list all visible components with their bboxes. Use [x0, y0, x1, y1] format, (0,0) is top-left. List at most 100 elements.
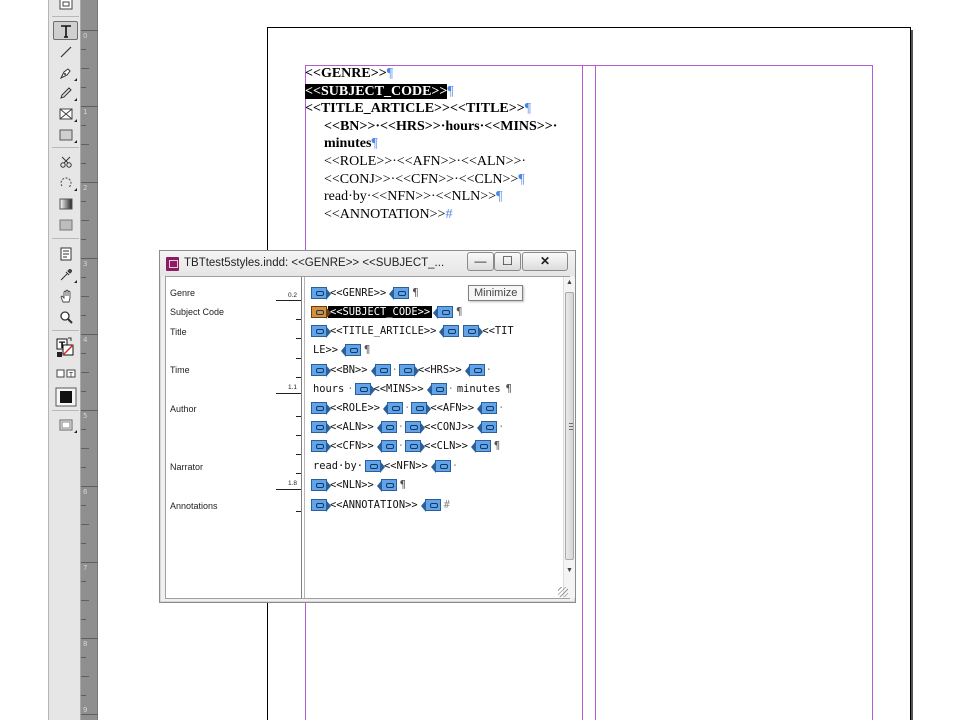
tag-open-icon[interactable] — [311, 325, 331, 338]
tag-open-icon[interactable] — [405, 421, 426, 434]
story-editor-body[interactable]: Genre 0.2 Subject Code Title Time 1.1 Au… — [165, 276, 575, 599]
story-line[interactable]: <<ANNOTATION>> # — [311, 497, 450, 513]
annotation-paragraph[interactable]: <<ANNOTATION>># — [305, 206, 581, 224]
subject-code-paragraph[interactable]: <<SUBJECT_CODE>>¶ — [305, 83, 581, 101]
apply-color-icon[interactable] — [53, 386, 78, 408]
tag-close-icon[interactable] — [426, 383, 447, 396]
style-name-author: Author — [170, 404, 197, 414]
story-line[interactable]: <<BN>> · <<HRS>> · — [311, 362, 493, 378]
style-name-annotations: Annotations — [170, 501, 218, 511]
story-line[interactable]: <<ROLE>> · <<AFN>> · — [311, 400, 505, 416]
style-name-genre: Genre — [170, 288, 196, 298]
tag-close-icon[interactable] — [430, 460, 451, 473]
title-paragraph[interactable]: <<TITLE_ARTICLE>><<TITLE>>¶ — [305, 100, 581, 118]
gradient-feather-tool-icon[interactable] — [53, 215, 78, 234]
story-line[interactable]: read·by· <<NFN>> · — [311, 458, 459, 474]
text-frame[interactable]: <<GENRE>>¶ <<SUBJECT_CODE>>¶ <<TITLE_ART… — [305, 65, 581, 223]
tag-close-icon[interactable] — [383, 402, 404, 415]
indesign-workspace: T T 0 1 2 3 4 5 6 7 8 9 <<GENRE>>¶ <<SUB… — [0, 0, 960, 720]
story-line[interactable]: <<ALN>> · <<CONJ>> · — [311, 419, 505, 435]
page-tool-icon[interactable] — [53, 0, 78, 13]
minimize-button[interactable]: — — [467, 252, 494, 271]
tag-open-icon[interactable] — [398, 364, 419, 377]
formatting-container-icon[interactable]: T — [53, 367, 78, 381]
margin-guide-right — [872, 65, 873, 720]
eyedropper-tool-icon[interactable] — [53, 265, 78, 284]
tag-open-icon[interactable] — [311, 402, 331, 415]
line-tool-icon[interactable] — [53, 42, 78, 61]
story-text-area[interactable]: <<GENRE>> ¶ <<SUBJECT_CODE>> ¶ <<TITLE_ART… — [311, 277, 559, 598]
minimize-tooltip: Minimize — [468, 285, 524, 301]
pen-tool-icon[interactable] — [53, 63, 78, 82]
tag-close-icon[interactable] — [477, 421, 498, 434]
tag-close-icon[interactable] — [376, 421, 397, 434]
screen-mode-icon[interactable] — [53, 415, 78, 434]
narrator-paragraph[interactable]: read·by·<<NFN>>·<<NLN>>¶ — [305, 188, 581, 206]
gradient-swatch-tool-icon[interactable] — [53, 194, 78, 213]
tag-close-icon[interactable] — [376, 479, 397, 492]
story-editor-window[interactable]: TBTtest5styles.indd: <<GENRE>> <<SUBJECT… — [159, 250, 576, 603]
tag-close-icon[interactable] — [433, 306, 454, 319]
scroll-thumb[interactable] — [565, 292, 574, 560]
rectangle-tool-icon[interactable] — [53, 125, 78, 144]
tag-close-icon[interactable] — [376, 440, 397, 453]
scroll-up-arrow-icon[interactable]: ▲ — [566, 279, 573, 286]
resize-grip-icon[interactable] — [558, 587, 568, 597]
tag-close-icon[interactable] — [464, 364, 485, 377]
fill-stroke-swatch-icon[interactable]: T — [53, 336, 78, 360]
tag-open-icon[interactable] — [311, 440, 331, 453]
tools-panel: T T — [48, 0, 81, 720]
time-paragraph-line-1[interactable]: <<BN>>·<<HRS>>·hours·<<MINS>>· — [305, 118, 581, 136]
story-editor-titlebar[interactable]: TBTtest5styles.indd: <<GENRE>> <<SUBJECT… — [160, 251, 575, 276]
tag-close-icon[interactable] — [470, 440, 491, 453]
author-paragraph-line-2[interactable]: <<CONJ>>·<<CFN>>·<<CLN>>¶ — [305, 171, 581, 189]
tag-open-icon[interactable] — [311, 421, 331, 434]
tag-open-icon[interactable] — [463, 325, 484, 338]
tag-open-icon[interactable] — [365, 460, 386, 473]
genre-paragraph[interactable]: <<GENRE>>¶ — [305, 65, 581, 83]
tag-close-icon[interactable] — [341, 344, 362, 357]
story-line[interactable]: <<GENRE>> ¶ — [311, 285, 419, 301]
type-tool-icon[interactable] — [53, 21, 78, 40]
rectangle-frame-tool-icon[interactable] — [53, 104, 78, 123]
tag-open-icon[interactable] — [405, 440, 426, 453]
tag-open-icon[interactable] — [311, 287, 331, 300]
tag-close-icon[interactable] — [439, 325, 460, 338]
story-line-selected[interactable]: <<SUBJECT_CODE>> ¶ — [311, 304, 462, 320]
story-editor-title: TBTtest5styles.indd: <<GENRE>> <<SUBJECT… — [184, 257, 445, 269]
time-paragraph-line-2[interactable]: minutes¶ — [305, 135, 581, 153]
scroll-down-arrow-icon[interactable]: ▼ — [566, 567, 573, 574]
author-paragraph-line-1[interactable]: <<ROLE>>·<<AFN>>·<<ALN>>· — [305, 153, 581, 171]
vertical-scrollbar[interactable]: ▲ ▼ — [563, 277, 575, 598]
story-line[interactable]: LE>> ¶ — [311, 342, 370, 358]
story-line[interactable]: <<TITLE_ARTICLE>> <<TIT — [311, 323, 516, 339]
story-line[interactable]: <<NLN>> ¶ — [311, 477, 406, 493]
tag-close-icon[interactable] — [370, 364, 391, 377]
column-guide-2 — [595, 65, 596, 720]
close-button[interactable]: ✕ — [522, 252, 568, 271]
tag-close-icon[interactable] — [389, 287, 410, 300]
tag-open-icon[interactable] — [311, 499, 331, 512]
svg-text:T: T — [68, 371, 73, 379]
story-line[interactable]: hours · <<MINS>> · minutes ¶ — [311, 381, 512, 397]
tag-close-icon[interactable] — [420, 499, 441, 512]
maximize-button[interactable]: ☐ — [494, 252, 521, 271]
column-guide-1 — [582, 65, 583, 720]
zoom-tool-icon[interactable] — [53, 307, 78, 326]
style-name-narrator: Narrator — [170, 462, 204, 472]
pencil-tool-icon[interactable] — [53, 83, 78, 102]
note-tool-icon[interactable] — [53, 244, 78, 263]
tag-open-icon[interactable] — [311, 479, 331, 492]
tag-open-icon[interactable] — [411, 402, 432, 415]
paragraph-style-column: Genre 0.2 Subject Code Title Time 1.1 Au… — [166, 277, 302, 598]
scissors-tool-icon[interactable] — [53, 152, 78, 171]
style-name-title: Title — [170, 327, 187, 337]
tag-open-icon-selected[interactable] — [311, 306, 331, 319]
vertical-ruler: 0 1 2 3 4 5 6 7 8 9 — [81, 0, 98, 720]
story-line[interactable]: <<CFN>> · <<CLN>> ¶ — [311, 438, 500, 454]
tag-open-icon[interactable] — [311, 364, 331, 377]
tag-close-icon[interactable] — [477, 402, 498, 415]
tag-open-icon[interactable] — [354, 383, 375, 396]
free-transform-tool-icon[interactable] — [53, 173, 78, 192]
hand-tool-icon[interactable] — [53, 286, 78, 305]
